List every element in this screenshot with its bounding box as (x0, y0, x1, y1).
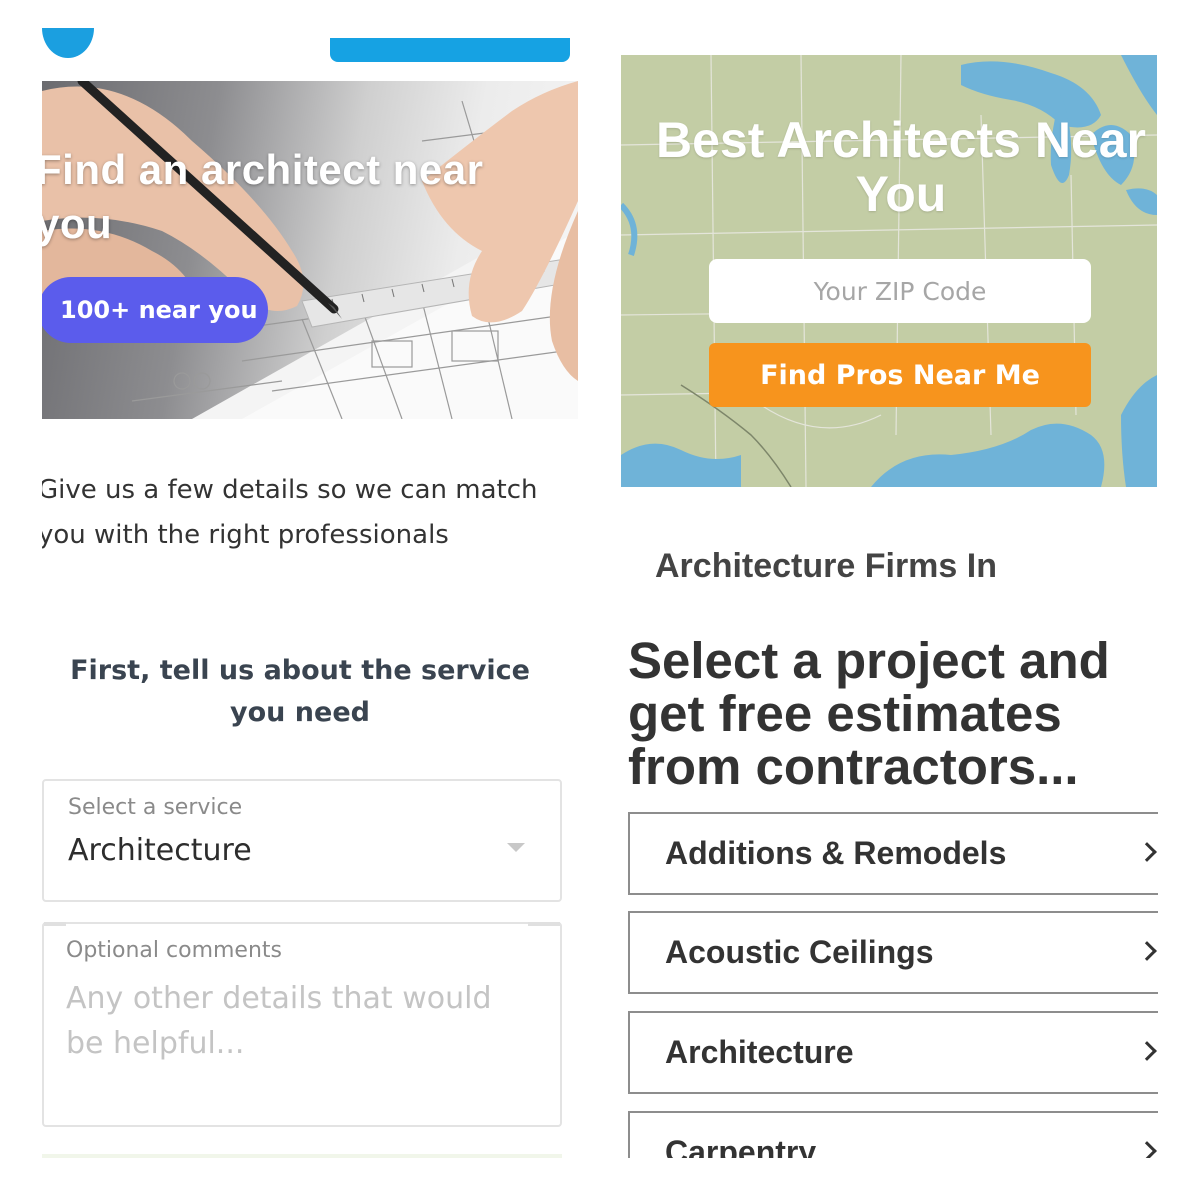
hero-banner: Find an architect near you 100+ near you (42, 81, 578, 419)
project-item-acoustic-ceilings[interactable]: Acoustic Ceilings (628, 911, 1158, 994)
project-item-label: Architecture (665, 1034, 854, 1070)
firms-heading: Architecture Firms In (655, 547, 997, 578)
comments-field[interactable]: Optional comments (42, 922, 562, 1127)
project-item-architecture[interactable]: Architecture (628, 1011, 1158, 1094)
site-logo[interactable] (42, 28, 94, 58)
map-title: Best Architects Near You (655, 112, 1146, 222)
project-item-additions-remodels[interactable]: Additions & Remodels (628, 812, 1158, 895)
project-item-carpentry[interactable]: Carpentry (628, 1111, 1158, 1158)
comments-label: Optional comments (66, 938, 282, 963)
zip-code-input[interactable] (709, 259, 1091, 323)
service-select-value: Architecture (68, 833, 252, 868)
near-you-button[interactable]: 100+ near you (42, 277, 268, 343)
architect-search-panel: Find an architect near you 100+ near you… (42, 28, 578, 578)
project-item-label: Carpentry (665, 1134, 817, 1158)
project-select-panel: Select a project and get free estimates … (628, 630, 1158, 1158)
chevron-right-icon (1137, 1141, 1157, 1158)
form-divider (42, 1154, 562, 1158)
project-item-label: Additions & Remodels (665, 835, 1007, 871)
service-select-label: Select a service (68, 795, 243, 820)
chevron-right-icon (1137, 842, 1157, 862)
project-heading: Select a project and get free estimates … (628, 632, 1110, 795)
intro-text: Give us a few details so we can match yo… (42, 475, 538, 550)
comments-textarea[interactable] (66, 976, 536, 1116)
best-architects-panel: Best Architects Near You Find Pros Near … (621, 55, 1157, 578)
find-pros-button[interactable]: Find Pros Near Me (709, 343, 1091, 407)
usa-map-background: Best Architects Near You Find Pros Near … (621, 55, 1157, 487)
hero-title: Find an architect near you (42, 146, 484, 247)
chevron-right-icon (1137, 941, 1157, 961)
service-select[interactable]: Select a service Architecture (42, 779, 562, 902)
service-request-form: First, tell us about the service you nee… (42, 630, 578, 1158)
chevron-right-icon (1137, 1041, 1157, 1061)
header-cta-button[interactable] (330, 38, 570, 62)
project-item-label: Acoustic Ceilings (665, 934, 934, 970)
form-heading: First, tell us about the service you nee… (70, 655, 530, 728)
dropdown-caret-icon[interactable] (507, 843, 525, 852)
